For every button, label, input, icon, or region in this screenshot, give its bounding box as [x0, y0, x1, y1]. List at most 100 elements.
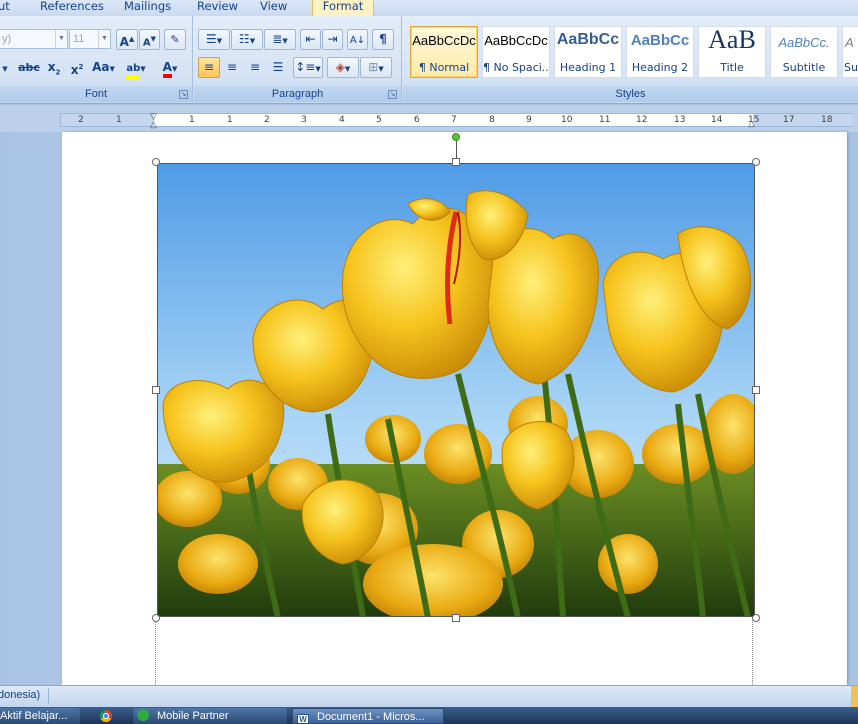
paint-bucket-icon: ◈: [335, 60, 345, 74]
tulips-picture[interactable]: [157, 163, 755, 617]
tab-layout[interactable]: ut: [0, 0, 10, 13]
horizontal-ruler[interactable]: 2 1 1 1 2 3 4 5 6 7 8 9 10 11 12 13 14 1…: [60, 111, 853, 130]
resize-handle-nw[interactable]: [152, 158, 160, 166]
tab-references[interactable]: References: [40, 0, 104, 13]
styles-group: AaBbCcDc ¶ Normal AaBbCcDc ¶ No Spaci...…: [403, 16, 858, 102]
decrease-indent-button[interactable]: ⇤: [300, 29, 321, 50]
align-left-button[interactable]: ≡: [198, 57, 220, 78]
ruler-label: 11: [599, 115, 611, 125]
ruler-label: 4: [339, 115, 345, 125]
ribbon-tabs: ut References Mailings Review View Forma…: [0, 0, 858, 16]
tab-view[interactable]: View: [260, 0, 287, 13]
align-center-button[interactable]: ≡: [221, 57, 243, 78]
rotate-handle-icon[interactable]: [452, 133, 460, 141]
justify-button[interactable]: ☰: [267, 57, 289, 78]
tab-mailings[interactable]: Mailings: [124, 0, 171, 13]
resize-handle-se[interactable]: [752, 614, 760, 622]
taskbar-item-document1[interactable]: W Document1 - Micros...: [292, 708, 444, 724]
tab-format[interactable]: Format: [312, 0, 374, 16]
line-spacing-icon: ↕≡: [295, 60, 316, 74]
change-case-button[interactable]: Aa▼: [89, 57, 118, 78]
line-spacing-button[interactable]: ↕≡▼: [293, 57, 323, 78]
strikethrough-button[interactable]: abc: [16, 57, 42, 78]
style-subtle-emphasis[interactable]: A Sub: [842, 26, 858, 78]
ruler-label: 14: [711, 115, 723, 125]
font-name-combo[interactable]: y) ▼: [0, 29, 68, 49]
style-sample: AaBbCc: [630, 32, 690, 49]
ruler-label: 17: [783, 115, 795, 125]
language-status[interactable]: donesia): [0, 689, 40, 701]
ruler-label: 1: [116, 115, 122, 125]
chevron-down-icon: ▼: [171, 65, 178, 73]
hanging-indent-icon[interactable]: △: [150, 119, 157, 130]
style-title[interactable]: AaB Title: [698, 25, 766, 78]
ruler-label: 6: [414, 115, 420, 125]
change-case-label: Aa: [92, 60, 110, 74]
shading-button[interactable]: ◈▼: [327, 57, 359, 78]
superscript-button[interactable]: x2: [66, 57, 88, 78]
clear-formatting-button[interactable]: ✎: [164, 29, 186, 50]
borders-button[interactable]: ⊞▼: [360, 57, 392, 78]
style-normal[interactable]: AaBbCcDc ¶ Normal: [410, 26, 478, 78]
resize-handle-n[interactable]: [452, 158, 460, 166]
bullet-list-icon: ☰: [205, 32, 217, 46]
tulip-image-svg: [158, 164, 754, 616]
styles-group-label: Styles: [403, 86, 858, 102]
style-sample: AaBbCcDc: [484, 33, 548, 48]
grow-font-button[interactable]: A▲: [116, 29, 138, 50]
numbering-button[interactable]: ☷▼: [231, 29, 263, 50]
taskbar-item-label: Mobile Partner: [157, 710, 229, 722]
font-name-value: y): [2, 33, 12, 45]
font-size-combo[interactable]: 11 ▼: [69, 29, 111, 49]
dialog-launcher-icon[interactable]: ↘: [179, 90, 188, 99]
ruler-label: 10: [561, 115, 573, 125]
resize-handle-w[interactable]: [152, 386, 160, 394]
tab-review[interactable]: Review: [197, 0, 238, 13]
resize-handle-ne[interactable]: [752, 158, 760, 166]
style-heading-1[interactable]: AaBbCc Heading 1: [554, 26, 622, 78]
ruler-label: 9: [526, 115, 532, 125]
font-group: y) ▼ 11 ▼ A▲ A▼ ✎ ▼ abc x2 x2 Aa▼ ab▼ A▼…: [0, 16, 193, 102]
style-no-spacing[interactable]: AaBbCcDc ¶ No Spaci...: [482, 26, 550, 78]
borders-icon: ⊞: [368, 60, 379, 74]
align-right-icon: ≡: [249, 60, 261, 74]
taskbar-item-aktif-belajar[interactable]: Aktif Belajar...: [0, 708, 80, 724]
chevron-down-icon[interactable]: ▼: [98, 30, 110, 48]
dialog-launcher-icon[interactable]: ↘: [388, 90, 397, 99]
shrink-font-button[interactable]: A▼: [139, 29, 160, 50]
scroll-corner: [851, 686, 858, 707]
show-formatting-button[interactable]: ¶: [372, 29, 394, 50]
subscript-button[interactable]: x2: [43, 57, 65, 78]
style-subtitle[interactable]: AaBbCc. Subtitle: [770, 26, 838, 78]
font-color-button[interactable]: A▼: [154, 57, 186, 78]
increase-indent-button[interactable]: ⇥: [322, 29, 343, 50]
align-left-icon: ≡: [203, 60, 215, 74]
highlight-label: ab: [126, 63, 141, 79]
text-highlight-button[interactable]: ab▼: [120, 57, 152, 79]
sort-icon: A↓: [349, 35, 366, 46]
multilevel-list-button[interactable]: ≣▼: [264, 29, 296, 50]
windows-taskbar: Aktif Belajar... Mobile Partner W Documen…: [0, 707, 858, 724]
resize-handle-s[interactable]: [452, 614, 460, 622]
chrome-taskbar-button[interactable]: [96, 708, 124, 724]
bullets-button[interactable]: ☰▼: [198, 29, 230, 50]
status-bar: donesia): [0, 685, 858, 707]
style-heading-2[interactable]: AaBbCc Heading 2: [626, 26, 694, 78]
ribbon: y) ▼ 11 ▼ A▲ A▼ ✎ ▼ abc x2 x2 Aa▼ ab▼ A▼…: [0, 16, 858, 104]
align-right-button[interactable]: ≡: [244, 57, 266, 78]
style-sample: AaB: [708, 25, 756, 54]
sort-button[interactable]: A↓: [347, 29, 368, 50]
right-indent-icon[interactable]: △: [748, 118, 755, 129]
underline-dropdown[interactable]: ▼: [0, 57, 12, 78]
increase-indent-icon: ⇥: [327, 32, 338, 46]
chevron-down-icon[interactable]: ▼: [55, 30, 67, 48]
ruler-label: 1: [227, 115, 233, 125]
style-name: Heading 1: [559, 61, 617, 74]
style-sample: AaBbCc.: [778, 35, 830, 50]
resize-handle-sw[interactable]: [152, 614, 160, 622]
chrome-icon: [100, 710, 112, 722]
numbered-list-icon: ☷: [238, 32, 250, 46]
taskbar-item-mobile-partner[interactable]: Mobile Partner: [133, 708, 287, 724]
style-name: Title: [720, 61, 744, 74]
resize-handle-e[interactable]: [752, 386, 760, 394]
